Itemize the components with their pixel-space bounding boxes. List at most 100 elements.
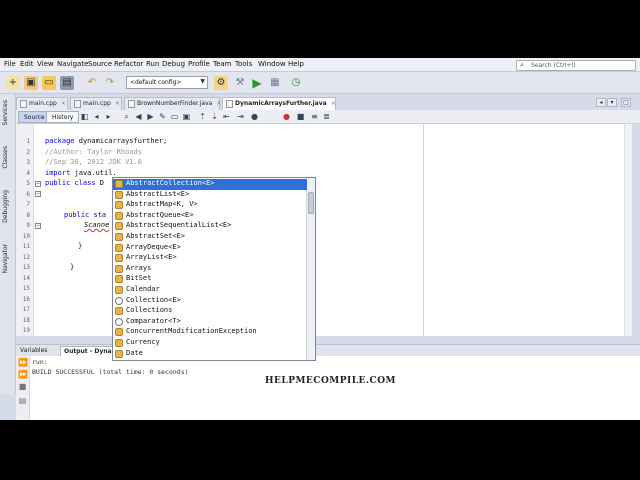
completion-item[interactable]: Date	[113, 349, 307, 360]
search-input[interactable]: ⌕ Search (Ctrl+I)	[516, 60, 636, 71]
code-editor[interactable]: 1 2 3 4 5 6 7 8 9 10 11 12 13 14 15 16 1…	[16, 124, 632, 336]
code-line-6: public class D	[45, 179, 104, 187]
completion-item[interactable]: ArrayDeque<E>	[113, 243, 307, 254]
menu-debug[interactable]: Debug	[162, 60, 185, 68]
line-number: 16	[22, 295, 30, 303]
new-file-icon[interactable]: +	[6, 76, 20, 90]
toggle-bookmark-icon[interactable]: ▣	[182, 112, 191, 121]
close-icon[interactable]: ×	[216, 100, 221, 107]
search-icon: ⌕	[520, 61, 524, 69]
undo-icon[interactable]: ↶	[85, 76, 99, 90]
menu-window[interactable]: Window	[258, 60, 286, 68]
previous-bookmark-icon[interactable]: ⇡	[198, 112, 207, 121]
keyword: public class	[45, 179, 96, 187]
set-project-config-icon[interactable]: ⚙	[214, 76, 228, 90]
record-macro-icon[interactable]: ●	[282, 112, 291, 121]
completion-item[interactable]: AbstractSequentialList<E>	[113, 221, 307, 232]
menu-tools[interactable]: Tools	[235, 60, 252, 68]
output-line: BUILD SUCCESSFUL (total time: 0 seconds)	[32, 368, 189, 376]
find-next-icon[interactable]: ▶	[146, 112, 155, 121]
maximize-icon[interactable]: □	[621, 98, 631, 107]
last-edit-icon[interactable]: ◧	[80, 112, 89, 121]
completion-item[interactable]: Comparator<T>	[113, 317, 307, 328]
tab-list-icon[interactable]: ▾	[607, 98, 617, 107]
completion-item[interactable]: Arrays	[113, 264, 307, 275]
uncomment-icon[interactable]: ≣	[322, 112, 331, 121]
menu-view[interactable]: View	[37, 60, 54, 68]
java-file-icon	[226, 100, 233, 108]
completion-item[interactable]: ArrayList<E>	[113, 253, 307, 264]
menu-source[interactable]: Source	[88, 60, 112, 68]
class-icon	[115, 264, 123, 273]
forward-icon[interactable]: ▸	[104, 112, 113, 121]
popup-scrollbar[interactable]	[306, 178, 315, 360]
menu-team[interactable]: Team	[213, 60, 232, 68]
completion-item[interactable]: AbstractMap<K, V>	[113, 200, 307, 211]
next-bookmark-icon[interactable]: ⇣	[210, 112, 219, 121]
completion-item[interactable]: BitSet	[113, 274, 307, 285]
completion-item[interactable]: AbstractSet<E>	[113, 232, 307, 243]
completion-item[interactable]: Currency	[113, 338, 307, 349]
classes-tab[interactable]: Classes	[2, 146, 9, 169]
menu-edit[interactable]: Edit	[20, 60, 34, 68]
completion-item[interactable]: AbstractList<E>	[113, 190, 307, 201]
save-all-icon[interactable]: ▤	[60, 76, 74, 90]
stop-icon[interactable]: ■	[18, 382, 27, 391]
close-icon[interactable]: ×	[331, 100, 336, 107]
main-toolbar: + ▣ ▭ ▤ ↶ ↷ <default config> ▼ ⚙ ⚒ ▶ ▦ ◷	[0, 72, 640, 94]
menu-refactor[interactable]: Refactor	[114, 60, 143, 68]
history-tab[interactable]: History	[46, 111, 80, 123]
tab-main-cpp-2[interactable]: main.cpp ×	[70, 97, 122, 110]
menu-help[interactable]: Help	[288, 60, 304, 68]
class-icon	[115, 275, 123, 284]
navigator-tab[interactable]: Navigator	[2, 244, 9, 273]
menu-run[interactable]: Run	[146, 60, 159, 68]
rerun-with-args-icon[interactable]: ⏩	[18, 370, 28, 379]
toggle-rectangular-icon[interactable]: ▭	[170, 112, 179, 121]
fold-toggle-icon[interactable]: −	[35, 223, 41, 229]
settings-icon[interactable]: ▤	[18, 396, 27, 405]
config-value: <default config>	[130, 79, 182, 86]
menu-file[interactable]: File	[4, 60, 16, 68]
completion-item[interactable]: Collection<E>	[113, 296, 307, 307]
new-project-icon[interactable]: ▣	[24, 76, 38, 90]
stop-macro-icon[interactable]: ■	[296, 112, 305, 121]
scroll-tabs-left-icon[interactable]: ◂	[596, 98, 606, 107]
back-icon[interactable]: ◂	[92, 112, 101, 121]
open-project-icon[interactable]: ▭	[42, 76, 56, 90]
debugging-tab[interactable]: Debugging	[2, 190, 9, 223]
comment-icon[interactable]: ≡	[310, 112, 319, 121]
services-tab[interactable]: Services	[2, 100, 9, 125]
close-icon[interactable]: ×	[61, 100, 66, 107]
close-icon[interactable]: ×	[115, 100, 120, 107]
popup-scroll-thumb[interactable]	[308, 192, 314, 214]
shift-left-icon[interactable]: ⇤	[222, 112, 231, 121]
tab-dynamicarraysfurther[interactable]: DynamicArraysFurther.java ×	[222, 97, 336, 110]
file-icon	[20, 100, 27, 108]
completion-item[interactable]: ConcurrentModificationException	[113, 327, 307, 338]
rerun-icon[interactable]: ⏩	[18, 358, 28, 367]
run-icon[interactable]: ▶	[250, 76, 264, 90]
find-previous-icon[interactable]: ◀	[134, 112, 143, 121]
menu-navigate[interactable]: Navigate	[57, 60, 88, 68]
completion-label: AbstractSet<E>	[126, 232, 186, 240]
fold-toggle-icon[interactable]: −	[35, 191, 41, 197]
completion-item[interactable]: Collections	[113, 306, 307, 317]
shift-right-icon[interactable]: ⇥	[236, 112, 245, 121]
start-macro-icon[interactable]: ●	[250, 112, 259, 121]
build-icon[interactable]: ⚒	[233, 76, 247, 90]
profile-icon[interactable]: ◷	[289, 76, 303, 90]
completion-item[interactable]: Calendar	[113, 285, 307, 296]
toggle-highlight-icon[interactable]: ✎	[158, 112, 167, 121]
redo-icon[interactable]: ↷	[103, 76, 117, 90]
debug-icon[interactable]: ▦	[268, 76, 282, 90]
editor-scrollbar[interactable]	[624, 124, 632, 336]
fold-toggle-icon[interactable]: −	[35, 181, 41, 187]
menu-profile[interactable]: Profile	[188, 60, 210, 68]
config-select[interactable]: <default config> ▼	[126, 76, 208, 89]
find-selection-icon[interactable]: ⌕	[122, 112, 131, 121]
completion-item[interactable]: AbstractCollection<E>	[113, 179, 307, 190]
completion-item[interactable]: AbstractQueue<E>	[113, 211, 307, 222]
tab-brownnumberfinder[interactable]: BrownNumberFinder.java ×	[124, 97, 221, 110]
tab-main-cpp-1[interactable]: main.cpp ×	[16, 97, 68, 110]
